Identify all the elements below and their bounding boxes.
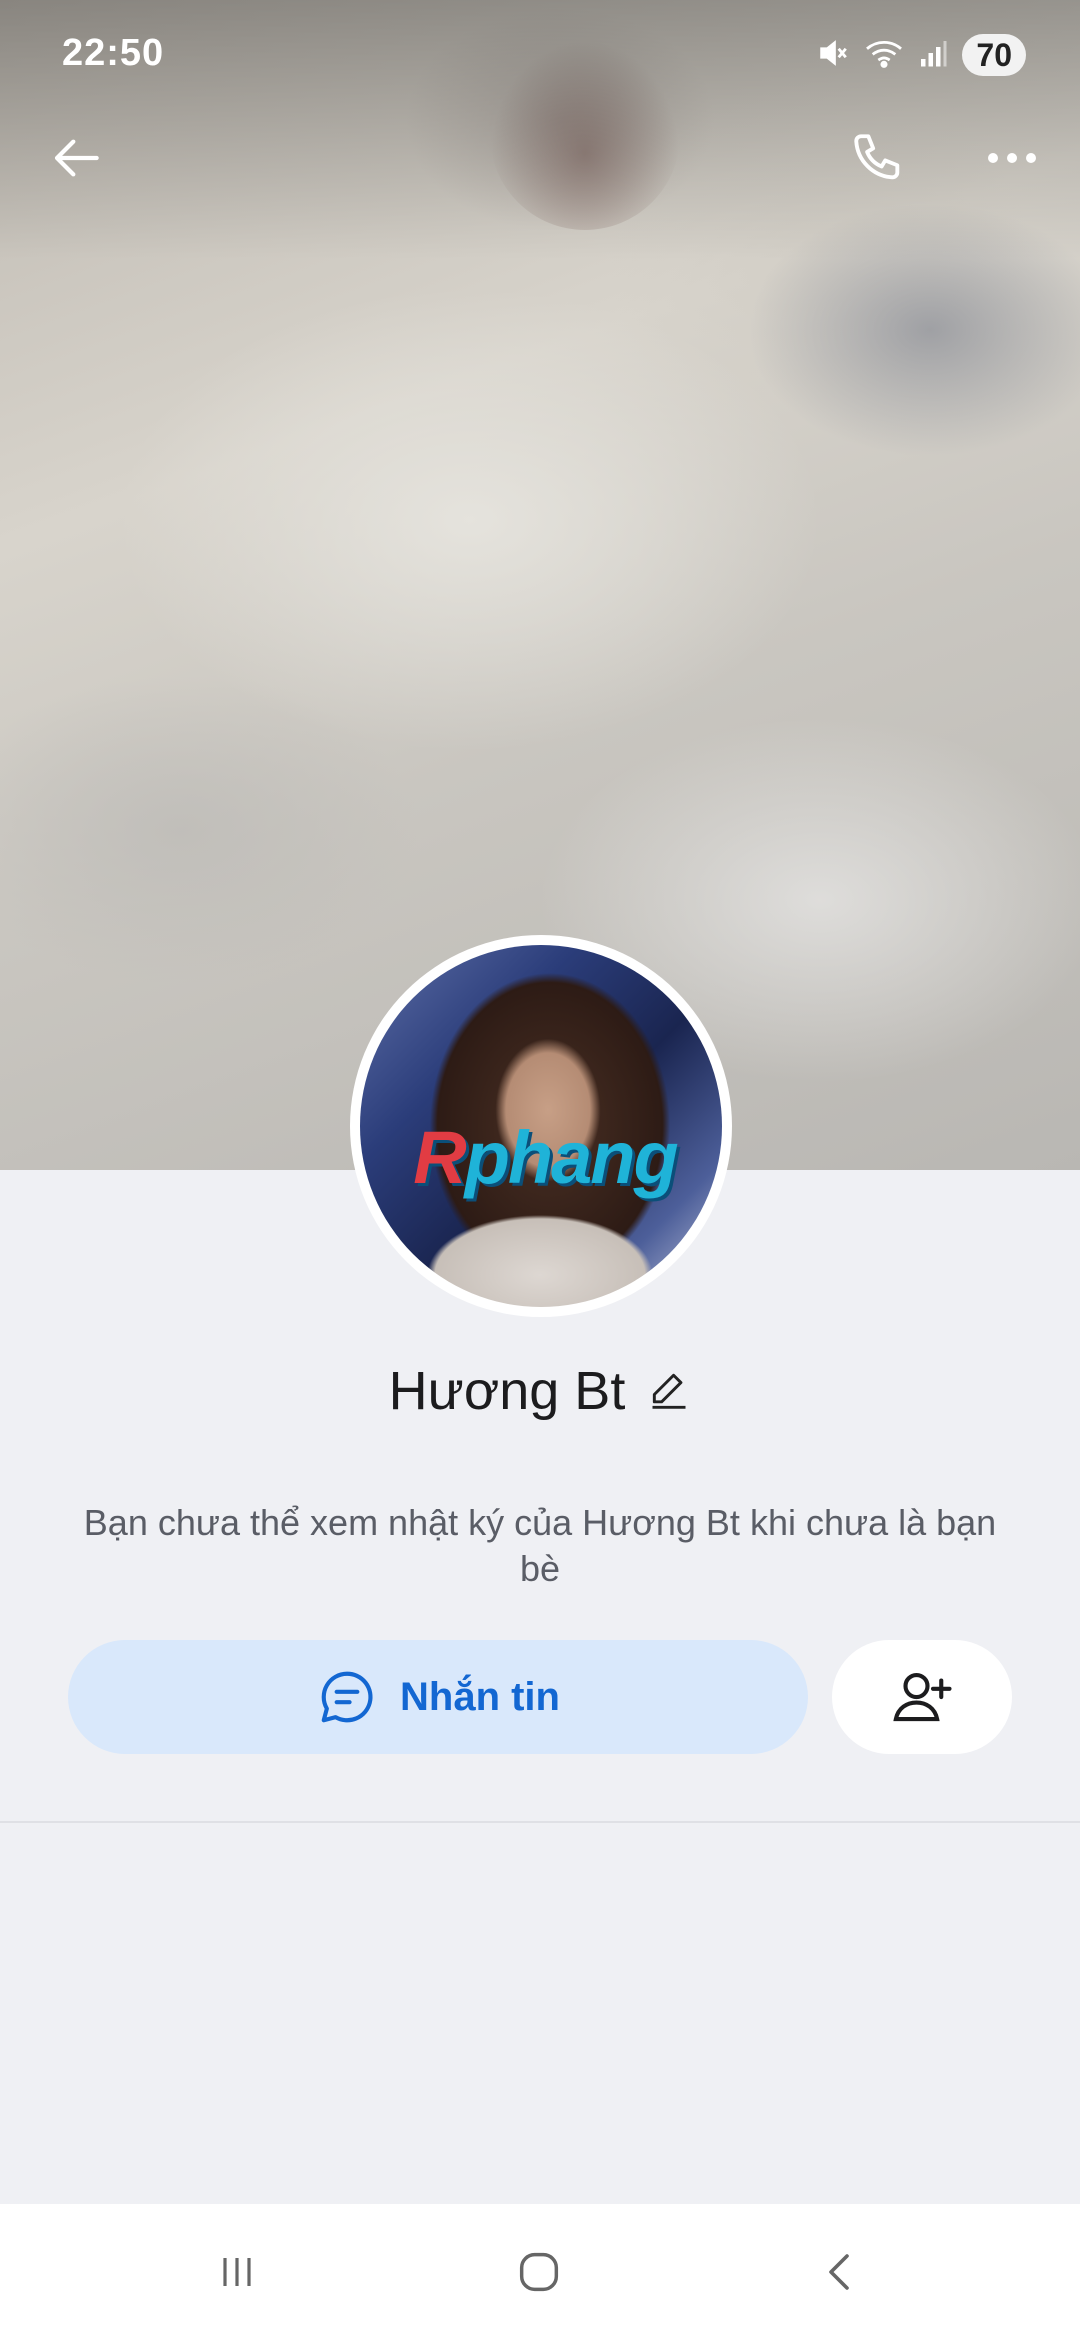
back-button[interactable]: [38, 118, 118, 198]
chevron-left-icon: [829, 2254, 849, 2290]
watermark-text: Rphang: [413, 1116, 678, 1199]
private-diary-notice: Bạn chưa thể xem nhật ký của Hương Bt kh…: [83, 1502, 997, 1589]
recents-icon: [223, 2258, 251, 2286]
add-friend-button[interactable]: [832, 1640, 1012, 1754]
pencil-icon: [652, 1373, 686, 1409]
chat-bubble-icon: [321, 1671, 373, 1723]
add-user-icon: [893, 1672, 952, 1722]
home-button[interactable]: [494, 2240, 584, 2304]
status-bar: 22:50 70: [0, 0, 1080, 110]
profile-name-row: Hương Bt: [0, 1360, 1080, 1422]
battery-indicator: 70: [962, 34, 1026, 76]
profile-name: Hương Bt: [388, 1361, 626, 1421]
home-icon: [519, 2252, 559, 2292]
status-time: 22:50: [62, 32, 165, 74]
wifi-icon: [864, 36, 904, 75]
message-button[interactable]: Nhắn tin: [68, 1640, 808, 1754]
status-icons: 70: [816, 34, 1026, 76]
more-horizontal-icon: [988, 153, 1036, 163]
avatar-watermark: Rphang: [380, 1115, 710, 1200]
edit-name-button[interactable]: [647, 1367, 691, 1416]
arrow-left-icon: [54, 139, 99, 177]
phone-icon: [854, 134, 900, 180]
call-button[interactable]: [838, 118, 918, 198]
avatar-image: Rphang: [360, 945, 722, 1307]
mute-icon: [816, 36, 850, 75]
message-button-label: Nhắn tin: [400, 1674, 560, 1719]
system-back-button[interactable]: [796, 2240, 886, 2304]
more-options-button[interactable]: [972, 118, 1052, 198]
profile-avatar[interactable]: Rphang: [350, 935, 732, 1317]
section-divider: [0, 1821, 1080, 1823]
system-navigation-bar: [0, 2204, 1080, 2340]
recent-apps-button[interactable]: [192, 2240, 282, 2304]
signal-icon: [918, 38, 948, 73]
